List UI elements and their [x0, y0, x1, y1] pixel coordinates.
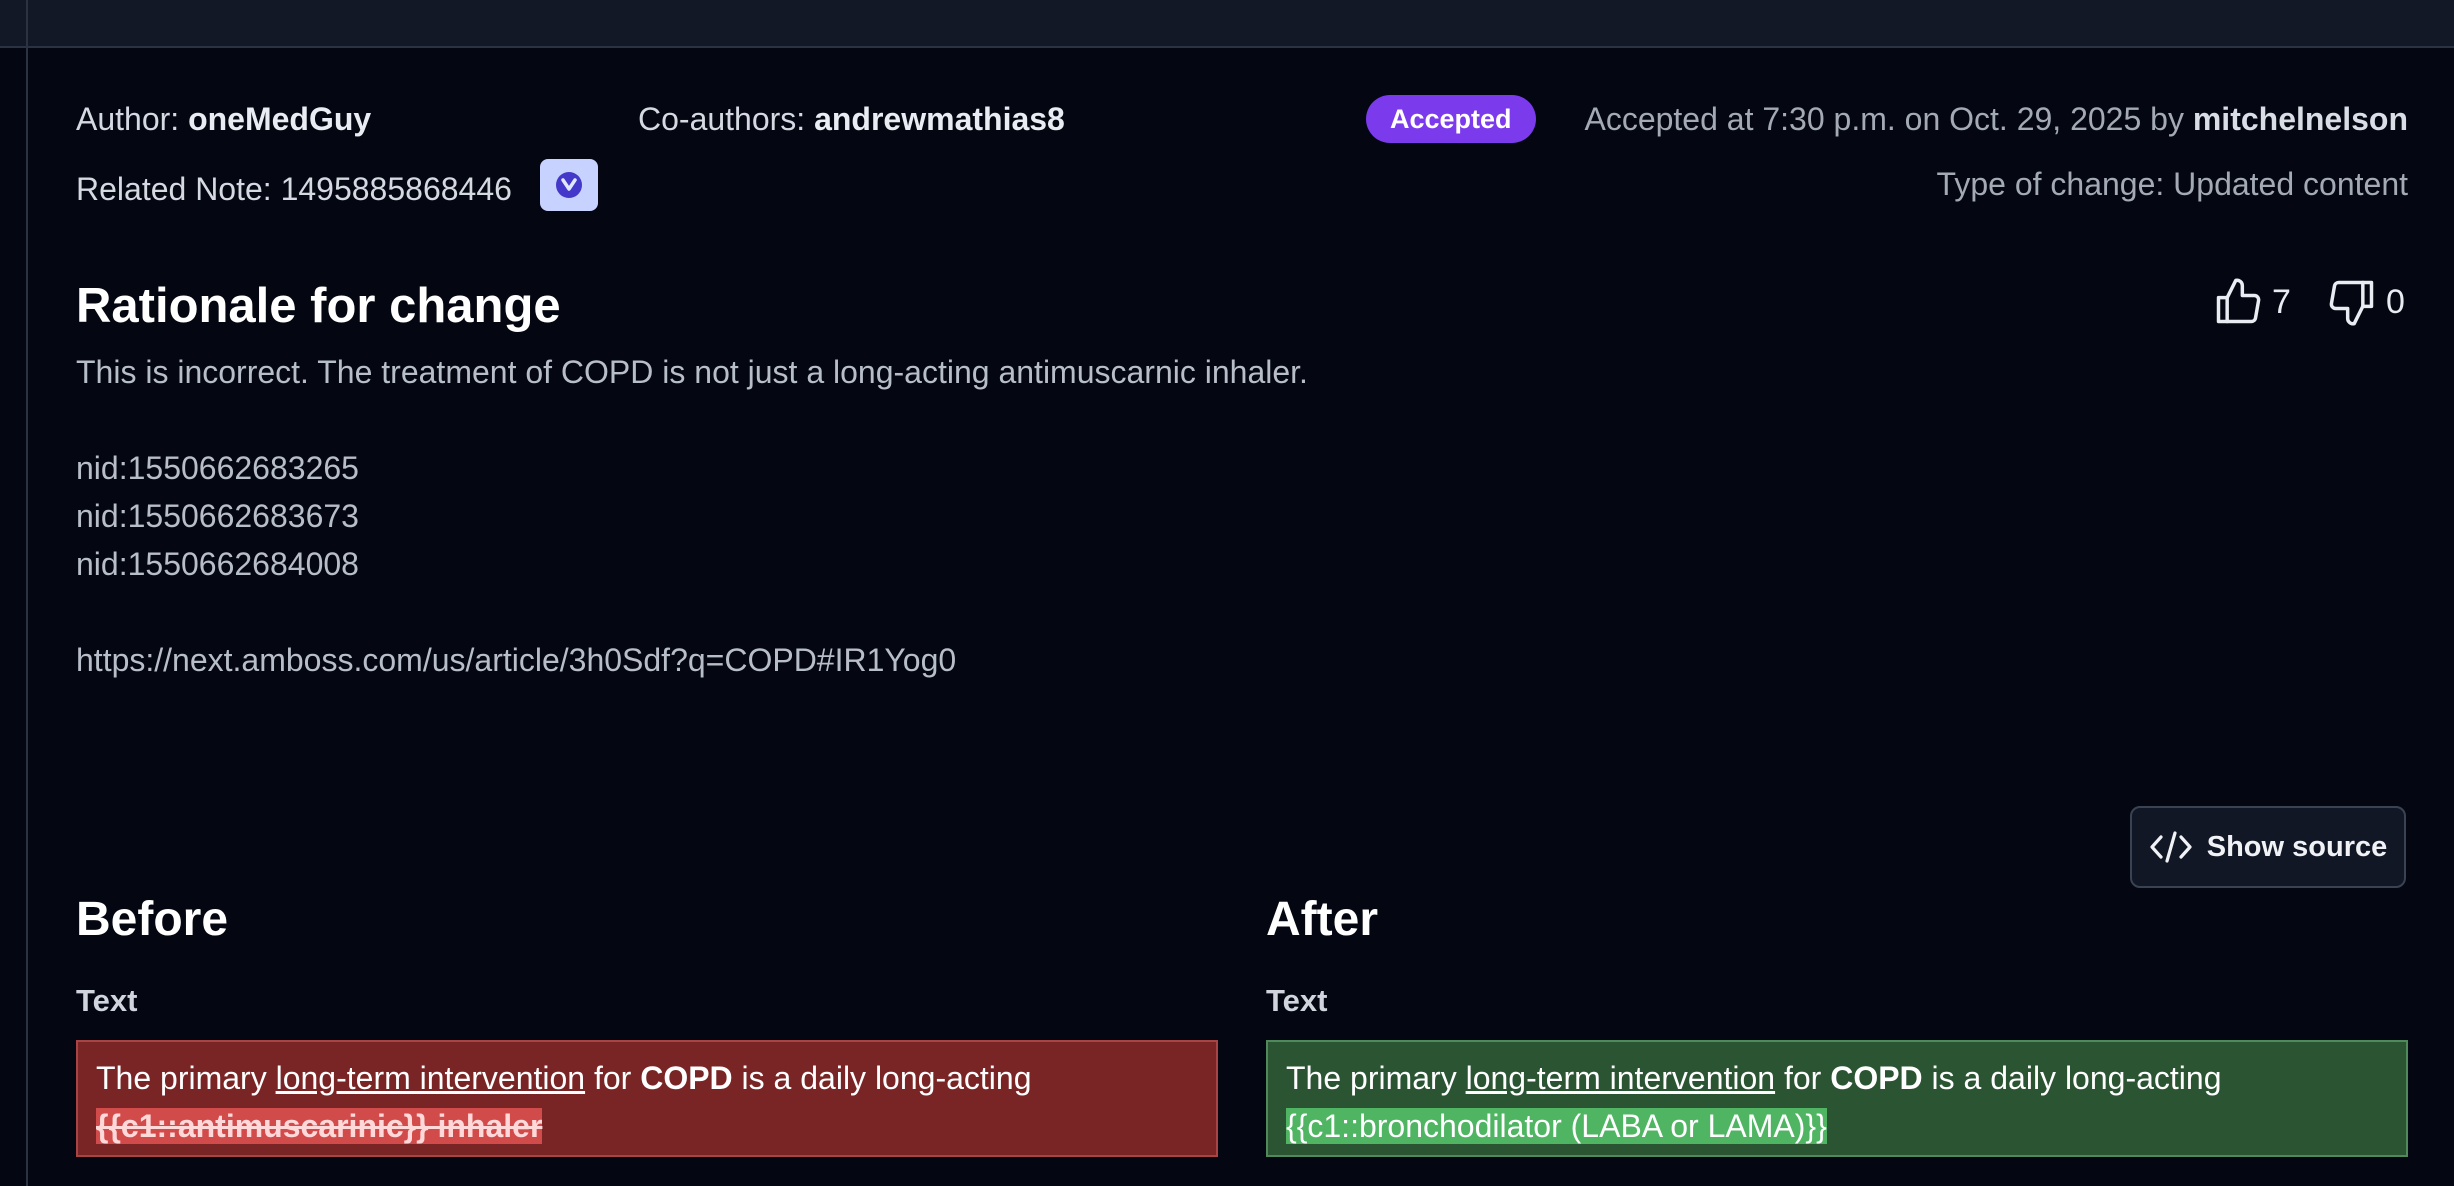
text-segment: is a daily long-acting	[732, 1060, 1032, 1096]
upvote-button[interactable]: 7	[2212, 276, 2291, 328]
related-note-id: 1495885868446	[280, 171, 512, 207]
underlined-segment: long-term intervention	[275, 1060, 586, 1096]
coauthor-name[interactable]: andrewmathias8	[814, 101, 1065, 137]
underlined-segment: long-term intervention	[1465, 1060, 1776, 1096]
rationale-body: This is incorrect. The treatment of COPD…	[76, 348, 1308, 684]
after-heading: After	[1266, 893, 1379, 946]
panel-border	[26, 0, 28, 1186]
bold-segment: COPD	[1830, 1060, 1923, 1096]
before-field-label: Text	[76, 983, 138, 1018]
added-text: {{c1::bronchodilator (LABA or LAMA)}}	[1286, 1108, 1827, 1144]
author-line: Author: oneMedGuy	[76, 101, 371, 138]
rationale-line	[76, 588, 1308, 636]
show-source-button[interactable]: Show source	[2130, 806, 2406, 888]
after-field-label: Text	[1266, 983, 1328, 1018]
rationale-line: nid:1550662683673	[76, 498, 359, 534]
before-diff-box: The primary long-term intervention for C…	[76, 1040, 1218, 1157]
before-line-1: The primary long-term intervention for C…	[96, 1054, 1198, 1102]
status-badge: Accepted	[1366, 95, 1536, 143]
coauthors-line: Co-authors: andrewmathias8	[638, 101, 1065, 138]
text-segment: for	[585, 1060, 641, 1096]
top-bar	[0, 0, 2454, 48]
related-note: Related Note: 1495885868446	[76, 171, 512, 208]
rationale-title: Rationale for change	[76, 279, 561, 333]
author-label: Author:	[76, 101, 180, 137]
open-note-button[interactable]	[540, 159, 598, 211]
text-segment: The primary	[96, 1060, 276, 1096]
before-heading: Before	[76, 893, 229, 946]
after-line-1: The primary long-term intervention for C…	[1286, 1054, 2388, 1102]
show-source-label: Show source	[2206, 830, 2388, 863]
downvote-button[interactable]: 0	[2326, 276, 2405, 328]
text-segment: is a daily long-acting	[1922, 1060, 2222, 1096]
thumbs-up-icon	[2216, 278, 2261, 324]
accepted-info: Accepted at 7:30 p.m. on Oct. 29, 2025 b…	[1584, 101, 2408, 138]
rationale-link[interactable]: https://next.amboss.com/us/article/3h0Sd…	[76, 636, 1308, 684]
rationale-line: This is incorrect. The treatment of COPD…	[76, 354, 1308, 390]
author-name[interactable]: oneMedGuy	[188, 101, 371, 137]
downvote-count: 0	[2386, 282, 2405, 321]
rationale-line: nid:1550662683265	[76, 450, 359, 486]
code-icon	[2150, 831, 2192, 863]
accepted-by[interactable]: mitchelnelson	[2193, 101, 2408, 137]
accepted-text: Accepted at 7:30 p.m. on Oct. 29, 2025 b…	[1584, 101, 2184, 137]
bold-segment: COPD	[640, 1060, 733, 1096]
after-diff-box: The primary long-term intervention for C…	[1266, 1040, 2408, 1157]
upvote-count: 7	[2272, 282, 2291, 321]
thumbs-down-icon	[2329, 280, 2374, 326]
change-type: Type of change: Updated content	[1936, 166, 2408, 202]
anki-icon	[556, 172, 582, 198]
removed-text: {{c1::antimuscarinic}} inhaler	[96, 1108, 543, 1144]
rationale-line: nid:1550662684008	[76, 546, 359, 582]
text-segment: The primary	[1286, 1060, 1466, 1096]
rationale-line	[76, 396, 1308, 444]
coauthors-label: Co-authors:	[638, 101, 806, 137]
related-note-label: Related Note:	[76, 171, 272, 207]
text-segment: for	[1775, 1060, 1831, 1096]
